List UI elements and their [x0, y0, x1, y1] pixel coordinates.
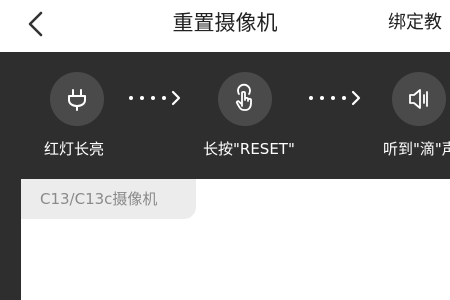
step-3-icon-circle: [392, 72, 446, 126]
arrow-right-icon: [309, 90, 361, 106]
speaker-icon: [409, 89, 428, 109]
step-1-icon-circle: [50, 72, 104, 126]
plug-icon: [68, 89, 86, 111]
step-2-label: 长按"RESET": [203, 140, 295, 158]
arrow-right-icon: [129, 90, 181, 106]
step-1-label: 红灯长亮: [44, 140, 105, 158]
binding-tutorial-link[interactable]: 绑定教: [388, 8, 442, 38]
reset-camera-screen: 重置摄像机 绑定教 红灯长亮 长按"RESET" 听到"滴"声 C13/C13c…: [0, 0, 450, 300]
page-title: 重置摄像机: [172, 11, 278, 35]
camera-model-tab-label: C13/C13c摄像机: [40, 190, 158, 208]
top-nav-bar: 重置摄像机 绑定教: [0, 0, 450, 52]
step-3-label: 听到"滴"声: [383, 140, 450, 158]
step-2-icon-circle: [218, 72, 272, 126]
hand-tap-icon: [235, 83, 252, 111]
